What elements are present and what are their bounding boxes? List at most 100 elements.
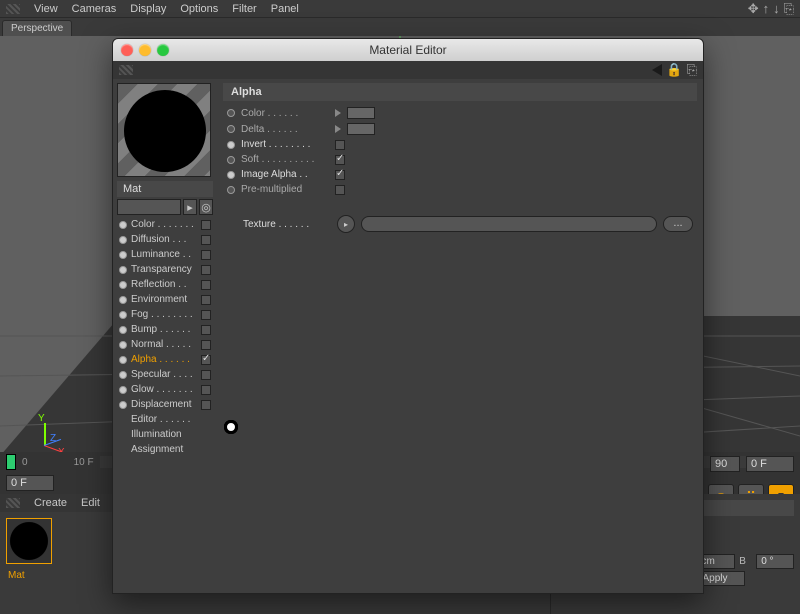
image-alpha-checkbox[interactable] (335, 170, 345, 180)
premult-radio[interactable] (227, 186, 235, 194)
search-field[interactable] (117, 199, 181, 215)
channel-radio[interactable] (119, 341, 127, 349)
channel-label: Bump . . . . . . (131, 324, 190, 335)
material-thumb[interactable] (6, 518, 52, 564)
material-name[interactable]: Mat (117, 181, 213, 197)
delta-radio[interactable] (227, 125, 235, 133)
channel-transparency[interactable]: Transparency (113, 262, 217, 277)
matmgr-create[interactable]: Create (34, 497, 67, 509)
channel-checkbox[interactable] (201, 250, 211, 260)
channel-radio[interactable] (119, 371, 127, 379)
picker-icon[interactable]: ◎ (199, 199, 213, 215)
image-alpha-radio[interactable] (227, 171, 235, 179)
window-title: Material Editor (113, 43, 703, 57)
playhead[interactable] (6, 454, 16, 470)
channel-luminance[interactable]: Luminance . . (113, 247, 217, 262)
up-icon[interactable]: ↑ (763, 1, 770, 17)
frame-field-a[interactable]: 0 F (6, 475, 54, 491)
texture-menu-icon[interactable]: ▸ (337, 215, 355, 233)
channel-radio[interactable] (119, 386, 127, 394)
channel-assignment[interactable]: Assignment (113, 442, 217, 457)
move-icon[interactable]: ✥ (748, 1, 759, 17)
lock-icon[interactable]: 🔒 (666, 62, 682, 78)
channel-radio[interactable] (119, 251, 127, 259)
browse-button[interactable]: ... (663, 216, 693, 232)
down-icon[interactable]: ↓ (773, 1, 780, 17)
premult-label: Pre-multiplied (241, 184, 329, 195)
channel-bump[interactable]: Bump . . . . . . (113, 322, 217, 337)
expand-icon[interactable] (335, 109, 341, 117)
channel-diffusion[interactable]: Diffusion . . . (113, 232, 217, 247)
channel-illumination[interactable]: Illumination (113, 427, 217, 442)
channel-editor[interactable]: Editor . . . . . . (113, 412, 217, 427)
invert-radio[interactable] (227, 141, 235, 149)
menu-cameras[interactable]: Cameras (72, 3, 117, 15)
channel-checkbox[interactable] (201, 280, 211, 290)
channel-radio[interactable] (119, 326, 127, 334)
end-frame-field[interactable]: 90 (710, 456, 740, 472)
texture-field[interactable] (361, 216, 657, 232)
channel-radio[interactable] (119, 356, 127, 364)
channel-normal[interactable]: Normal . . . . . (113, 337, 217, 352)
soft-label: Soft . . . . . . . . . . (241, 154, 329, 165)
frame-field-b[interactable]: 0 F (746, 456, 794, 472)
titlebar[interactable]: Material Editor (113, 39, 703, 61)
color-radio[interactable] (227, 109, 235, 117)
soft-radio[interactable] (227, 156, 235, 164)
channel-radio[interactable] (119, 266, 127, 274)
material-preview[interactable] (117, 83, 211, 177)
channel-glow[interactable]: Glow . . . . . . . (113, 382, 217, 397)
channel-checkbox[interactable] (201, 385, 211, 395)
b-field[interactable]: 0 ° (756, 554, 794, 569)
frame-10-label: 10 F (74, 457, 94, 468)
matmgr-edit[interactable]: Edit (81, 497, 100, 509)
channel-fog[interactable]: Fog . . . . . . . . (113, 307, 217, 322)
channel-checkbox[interactable] (201, 340, 211, 350)
channel-displacement[interactable]: Displacement (113, 397, 217, 412)
channel-checkbox[interactable] (201, 295, 211, 305)
invert-checkbox[interactable] (335, 140, 345, 150)
menu-filter[interactable]: Filter (232, 3, 256, 15)
tab-perspective[interactable]: Perspective (2, 20, 72, 36)
material-editor-window: Material Editor 🔒 ⎘ Mat ▸ ◎ Color . . . … (112, 38, 704, 594)
channel-checkbox[interactable] (201, 265, 211, 275)
popout-icon[interactable]: ⎘ (784, 1, 794, 17)
channel-checkbox[interactable] (201, 355, 211, 365)
axis-y-label: Y (38, 413, 45, 424)
channel-radio[interactable] (119, 296, 127, 304)
menu-panel[interactable]: Panel (271, 3, 299, 15)
back-icon[interactable] (652, 64, 662, 76)
channel-environment[interactable]: Environment (113, 292, 217, 307)
channel-radio[interactable] (119, 311, 127, 319)
channel-label: Environment (131, 294, 187, 305)
viewport-menubar: View Cameras Display Options Filter Pane… (0, 0, 800, 18)
b-label: B (739, 556, 752, 567)
channel-radio[interactable] (119, 281, 127, 289)
menu-options[interactable]: Options (180, 3, 218, 15)
frame-0-label: 0 (22, 457, 28, 468)
popout-icon[interactable]: ⎘ (687, 62, 697, 78)
channel-radio[interactable] (119, 401, 127, 409)
channel-checkbox[interactable] (201, 235, 211, 245)
expand-icon[interactable] (335, 125, 341, 133)
soft-checkbox[interactable] (335, 155, 345, 165)
channel-specular[interactable]: Specular . . . . (113, 367, 217, 382)
channel-radio[interactable] (119, 221, 127, 229)
channel-alpha[interactable]: Alpha . . . . . . (113, 352, 217, 367)
channel-reflection[interactable]: Reflection . . (113, 277, 217, 292)
channel-checkbox[interactable] (201, 370, 211, 380)
color-label: Color . . . . . . (241, 108, 329, 119)
channel-checkbox[interactable] (201, 325, 211, 335)
menu-view[interactable]: View (34, 3, 58, 15)
channel-checkbox[interactable] (201, 310, 211, 320)
menu-display[interactable]: Display (130, 3, 166, 15)
channel-label: Assignment (131, 444, 183, 455)
color-swatch[interactable] (347, 107, 375, 119)
premult-checkbox[interactable] (335, 185, 345, 195)
channel-color[interactable]: Color . . . . . . . (113, 217, 217, 232)
channel-radio[interactable] (119, 236, 127, 244)
channel-checkbox[interactable] (201, 400, 211, 410)
search-dropdown-icon[interactable]: ▸ (183, 199, 197, 215)
channel-checkbox[interactable] (201, 220, 211, 230)
delta-swatch[interactable] (347, 123, 375, 135)
